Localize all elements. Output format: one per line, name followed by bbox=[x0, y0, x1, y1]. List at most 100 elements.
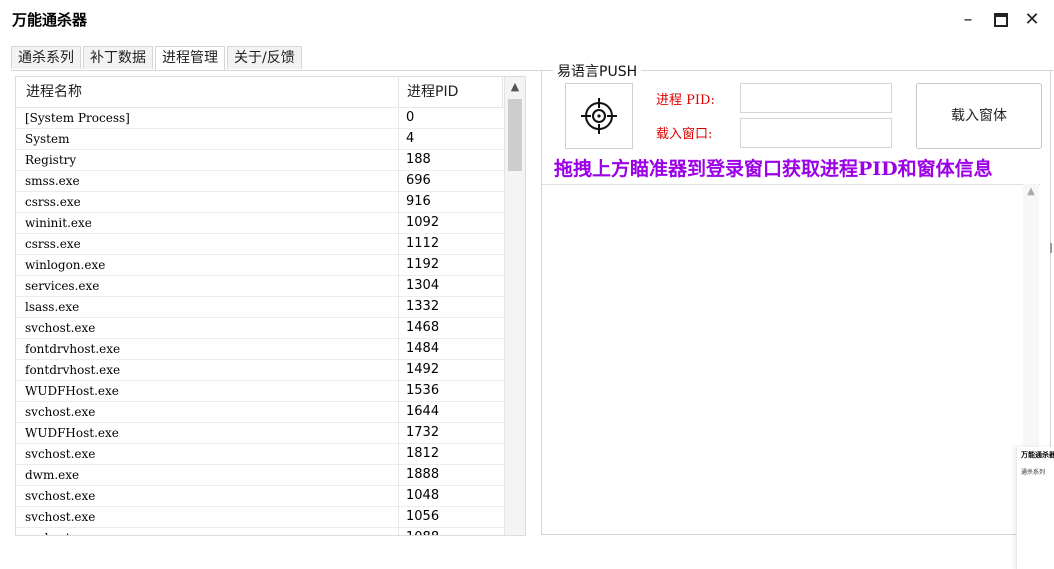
tab-process-manager[interactable]: 进程管理 bbox=[155, 46, 225, 70]
table-row[interactable]: fontdrvhost.exe 1484 bbox=[16, 339, 504, 360]
table-row[interactable]: System 4 bbox=[16, 129, 504, 150]
table-row[interactable]: Registry 188 bbox=[16, 150, 504, 171]
resize-handle[interactable] bbox=[1050, 243, 1052, 253]
column-divider[interactable] bbox=[398, 77, 399, 107]
process-pid-cell: 1732 bbox=[406, 425, 440, 440]
table-row[interactable]: svchost.exe 1644 bbox=[16, 402, 504, 423]
table-row[interactable]: svchost.exe 1812 bbox=[16, 444, 504, 465]
table-row[interactable]: csrss.exe 1112 bbox=[16, 234, 504, 255]
table-row[interactable]: lsass.exe 1332 bbox=[16, 297, 504, 318]
process-pid-cell: 1812 bbox=[406, 446, 440, 461]
process-pid-cell: 1304 bbox=[406, 278, 440, 293]
table-row[interactable]: fontdrvhost.exe 1492 bbox=[16, 360, 504, 381]
process-pid-cell: 1048 bbox=[406, 488, 440, 503]
process-pid-cell: 1192 bbox=[406, 257, 440, 272]
window-label: 载入窗口: bbox=[656, 127, 713, 142]
process-name-cell: System bbox=[25, 132, 70, 146]
crosshair-target-icon[interactable] bbox=[566, 84, 632, 148]
load-window-button[interactable]: 载入窗体 bbox=[916, 83, 1042, 149]
tab-tongsha[interactable]: 通杀系列 bbox=[11, 46, 81, 69]
process-pid-cell: 696 bbox=[406, 173, 431, 188]
column-divider bbox=[398, 150, 399, 170]
process-name-cell: lsass.exe bbox=[25, 300, 80, 314]
table-row[interactable]: WUDFHost.exe 1732 bbox=[16, 423, 504, 444]
column-divider bbox=[398, 192, 399, 212]
process-name-cell: WUDFHost.exe bbox=[25, 384, 119, 398]
process-name-cell: csrss.exe bbox=[25, 195, 81, 209]
process-pid-cell: 4 bbox=[406, 131, 415, 146]
table-row[interactable]: WUDFHost.exe 1536 bbox=[16, 381, 504, 402]
process-name-cell: svchost.exe bbox=[25, 489, 96, 503]
table-row[interactable]: csrss.exe 916 bbox=[16, 192, 504, 213]
process-pid-cell: 1056 bbox=[406, 509, 440, 524]
column-divider bbox=[398, 360, 399, 380]
process-name-cell: svchost.exe bbox=[25, 405, 96, 419]
column-divider bbox=[398, 423, 399, 443]
process-pid-cell: 0 bbox=[406, 110, 415, 125]
column-divider bbox=[398, 528, 399, 535]
table-row[interactable]: smss.exe 696 bbox=[16, 171, 504, 192]
column-divider bbox=[398, 339, 399, 359]
process-name-cell: svchost.exe bbox=[25, 447, 96, 461]
process-list[interactable]: 进程名称 进程PID [System Process] 0 System 4 Regis… bbox=[15, 76, 526, 536]
log-textarea[interactable] bbox=[542, 184, 1040, 533]
process-name-cell: WUDFHost.exe bbox=[25, 426, 119, 440]
scrollbar-thumb[interactable] bbox=[508, 99, 522, 171]
close-icon: ✕ bbox=[1024, 9, 1040, 30]
minimize-icon: – bbox=[963, 9, 973, 30]
process-rows: [System Process] 0 System 4 Registry 188 smss.… bbox=[16, 108, 504, 535]
table-row[interactable]: svchost.exe 1056 bbox=[16, 507, 504, 528]
tab-bar: 通杀系列 补丁数据 进程管理 关于/反馈 bbox=[11, 46, 304, 70]
mini-window-tab: 通杀系列 bbox=[1021, 469, 1046, 476]
table-row[interactable]: services.exe 1304 bbox=[16, 276, 504, 297]
table-row[interactable]: dwm.exe 1888 bbox=[16, 465, 504, 486]
table-row[interactable]: svchost.exe 1088 bbox=[16, 528, 504, 535]
minimize-button[interactable]: – bbox=[956, 8, 980, 32]
column-divider bbox=[398, 255, 399, 275]
column-header-name[interactable]: 进程名称 bbox=[26, 77, 82, 107]
crosshair-drag-target[interactable] bbox=[565, 83, 633, 149]
tab-patch-data[interactable]: 补丁数据 bbox=[83, 46, 153, 69]
table-row[interactable]: wininit.exe 1092 bbox=[16, 213, 504, 234]
process-pid-cell: 1332 bbox=[406, 299, 440, 314]
process-pid-cell: 188 bbox=[406, 152, 431, 167]
list-scrollbar[interactable]: ▲ bbox=[504, 77, 525, 535]
close-button[interactable]: ✕ bbox=[1020, 8, 1044, 32]
table-row[interactable]: winlogon.exe 1192 bbox=[16, 255, 504, 276]
process-pid-cell: 1888 bbox=[406, 467, 440, 482]
scroll-up-icon[interactable]: ▲ bbox=[1023, 186, 1039, 197]
column-divider bbox=[398, 213, 399, 233]
pid-label: 进程 PID: bbox=[656, 93, 715, 108]
process-pid-cell: 1112 bbox=[406, 236, 440, 251]
pid-field[interactable] bbox=[740, 83, 892, 113]
process-pid-cell: 916 bbox=[406, 194, 431, 209]
column-divider bbox=[398, 465, 399, 485]
tab-about-feedback[interactable]: 关于/反馈 bbox=[227, 46, 302, 69]
table-row[interactable]: [System Process] 0 bbox=[16, 108, 504, 129]
process-pid-cell: 1088 bbox=[406, 528, 439, 535]
column-divider bbox=[398, 297, 399, 317]
column-divider[interactable] bbox=[502, 77, 503, 107]
process-name-cell: fontdrvhost.exe bbox=[25, 342, 121, 356]
process-name-cell: services.exe bbox=[25, 279, 100, 293]
process-name-cell: wininit.exe bbox=[25, 216, 92, 230]
process-pid-cell: 1484 bbox=[406, 341, 440, 356]
process-pid-cell: 1092 bbox=[406, 215, 440, 230]
scroll-up-icon[interactable]: ▲ bbox=[505, 77, 525, 97]
process-pid-cell: 1492 bbox=[406, 362, 440, 377]
list-header: 进程名称 进程PID bbox=[16, 77, 504, 108]
window-field[interactable] bbox=[740, 118, 892, 148]
column-divider bbox=[398, 402, 399, 422]
process-name-cell: dwm.exe bbox=[25, 468, 80, 482]
column-divider bbox=[398, 318, 399, 338]
maximize-button[interactable] bbox=[989, 8, 1013, 32]
mini-window-preview[interactable]: 万能通杀器 通杀系列 bbox=[1016, 447, 1054, 569]
process-pid-cell: 1644 bbox=[406, 404, 440, 419]
table-row[interactable]: svchost.exe 1048 bbox=[16, 486, 504, 507]
table-row[interactable]: svchost.exe 1468 bbox=[16, 318, 504, 339]
process-name-cell: fontdrvhost.exe bbox=[25, 363, 121, 377]
push-group-title: 易语言PUSH bbox=[553, 61, 642, 81]
column-header-pid[interactable]: 进程PID bbox=[407, 77, 458, 107]
instruction-text: 拖拽上方瞄准器到登录窗口获取进程PID和窗体信息 bbox=[554, 158, 993, 180]
title-bar: 万能通杀器 – ✕ bbox=[0, 0, 1054, 40]
